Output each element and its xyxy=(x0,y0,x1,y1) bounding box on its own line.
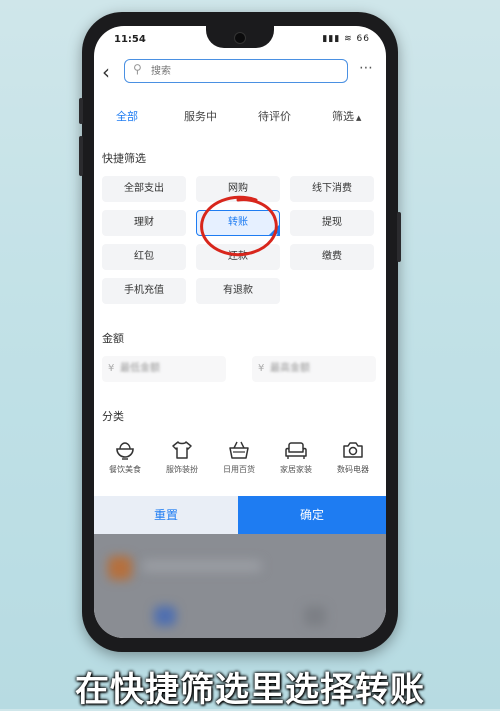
chip-online-shopping[interactable]: 网购 xyxy=(196,176,280,202)
status-time: 11:54 xyxy=(114,34,146,45)
chip-transfer-label: 转账 xyxy=(228,217,248,228)
category-title: 分类 xyxy=(102,410,124,423)
video-caption: 在快捷筛选里选择转账 xyxy=(75,670,425,710)
category-digital[interactable]: 数码电器 xyxy=(328,440,378,475)
tab-in-service-label: 服务中 xyxy=(184,110,217,123)
chip-repayment[interactable]: 还款 xyxy=(196,244,280,270)
blurred-avatar xyxy=(108,556,132,580)
quick-filter-title: 快捷筛选 xyxy=(102,152,146,165)
tab-to-review[interactable]: 待评价 xyxy=(258,108,291,124)
min-amount-field[interactable]: ¥ 最低金额 xyxy=(102,356,226,382)
category-clothing-label: 服饰装扮 xyxy=(166,465,198,474)
category-digital-label: 数码电器 xyxy=(337,465,369,474)
blurred-icon xyxy=(154,606,176,626)
dimmed-background xyxy=(94,534,386,638)
search-input[interactable] xyxy=(149,62,333,80)
confirm-button[interactable]: 确定 xyxy=(238,496,386,534)
yen-symbol: ¥ xyxy=(108,363,115,374)
status-bar: 11:54 ▮▮▮ ≋ 66 xyxy=(94,26,386,52)
max-amount-field[interactable]: ¥ 最高金额 xyxy=(252,356,376,382)
tab-all-label: 全部 xyxy=(116,110,138,123)
category-daily[interactable]: 日用百货 xyxy=(214,440,264,475)
volume-up-button xyxy=(79,98,83,124)
tab-filter-label: 筛选 xyxy=(332,110,354,123)
basket-icon xyxy=(229,441,249,459)
category-home-label: 家居家装 xyxy=(280,465,312,474)
chip-wealth[interactable]: 理财 xyxy=(102,210,186,236)
category-clothing[interactable]: 服饰装扮 xyxy=(157,440,207,475)
search-box[interactable]: ⚲ xyxy=(124,59,348,83)
more-icon[interactable]: ⋯ xyxy=(359,60,374,76)
chip-red-packet[interactable]: 红包 xyxy=(102,244,186,270)
notch xyxy=(206,26,274,48)
category-food-label: 餐饮美食 xyxy=(109,465,141,474)
caret-up-icon: ▲ xyxy=(356,114,362,122)
action-footer: 重置 确定 xyxy=(94,496,386,534)
yen-symbol: ¥ xyxy=(258,363,265,374)
search-icon: ⚲ xyxy=(133,62,142,76)
category-daily-label: 日用百货 xyxy=(223,465,255,474)
chip-bills[interactable]: 缴费 xyxy=(290,244,374,270)
max-amount-placeholder: 最高金额 xyxy=(270,363,310,374)
tab-in-service[interactable]: 服务中 xyxy=(184,108,217,124)
min-amount-placeholder: 最低金额 xyxy=(120,363,160,374)
back-icon[interactable]: ‹ xyxy=(102,60,110,84)
category-home[interactable]: 家居家装 xyxy=(271,440,321,475)
filter-tabs: 全部 服务中 待评价 筛选 ▲ xyxy=(94,108,386,134)
category-food[interactable]: 餐饮美食 xyxy=(100,440,150,475)
reset-button[interactable]: 重置 xyxy=(94,496,238,534)
search-bar: ‹ ⚲ ⋯ xyxy=(94,56,386,90)
check-icon: ✓ xyxy=(273,232,279,240)
chip-offline[interactable]: 线下消费 xyxy=(290,176,374,202)
amount-title: 金额 xyxy=(102,332,124,345)
chip-all-spending[interactable]: 全部支出 xyxy=(102,176,186,202)
shirt-icon xyxy=(172,441,192,459)
bowl-icon xyxy=(116,442,134,460)
chip-refund[interactable]: 有退款 xyxy=(196,278,280,304)
blurred-icon xyxy=(304,606,326,626)
chip-transfer[interactable]: 转账 ✓ xyxy=(196,210,280,240)
camera-icon xyxy=(343,442,363,458)
phone-frame: 11:54 ▮▮▮ ≋ 66 ‹ ⚲ ⋯ 全部 服务中 待评价 筛选▲ 快捷筛选… xyxy=(79,12,401,652)
phone-screen: 11:54 ▮▮▮ ≋ 66 ‹ ⚲ ⋯ 全部 服务中 待评价 筛选▲ 快捷筛选… xyxy=(94,26,386,638)
blurred-text xyxy=(142,560,262,572)
chip-mobile-topup[interactable]: 手机充值 xyxy=(102,278,186,304)
front-camera xyxy=(234,32,246,44)
tab-all[interactable]: 全部 xyxy=(116,108,138,124)
sofa-icon xyxy=(285,442,307,459)
status-icons: ▮▮▮ ≋ 66 xyxy=(322,34,370,44)
volume-down-button xyxy=(79,136,83,176)
power-button xyxy=(397,212,401,262)
chip-withdraw[interactable]: 提现 xyxy=(290,210,374,236)
tab-filter[interactable]: 筛选 ▲ xyxy=(332,108,361,124)
tab-to-review-label: 待评价 xyxy=(258,110,291,123)
